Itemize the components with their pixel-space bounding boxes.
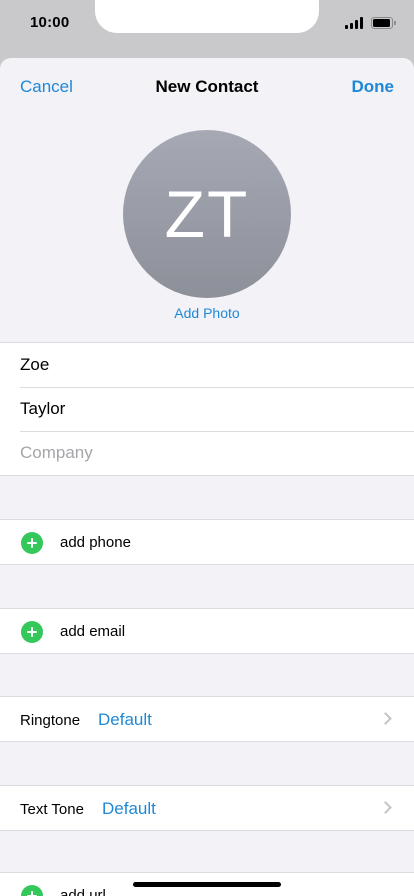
add-email-group: add email bbox=[0, 608, 414, 654]
chevron-right-icon bbox=[379, 712, 392, 725]
name-fields-group: Zoe Taylor bbox=[0, 342, 414, 476]
company-row bbox=[0, 431, 414, 475]
last-name-field[interactable]: Taylor bbox=[20, 399, 65, 419]
status-time: 10:00 bbox=[30, 14, 70, 31]
last-name-row: Taylor bbox=[0, 387, 414, 431]
add-circle-icon[interactable] bbox=[21, 885, 43, 896]
ringtone-group: Ringtone Default bbox=[0, 696, 414, 742]
signal-icon bbox=[345, 17, 363, 29]
chevron-right-icon bbox=[379, 801, 392, 814]
ringtone-value: Default bbox=[98, 710, 152, 729]
text-tone-value: Default bbox=[102, 799, 156, 818]
add-url-label: add url bbox=[60, 887, 106, 896]
avatar[interactable]: ZT bbox=[123, 130, 291, 298]
first-name-row: Zoe bbox=[0, 343, 414, 387]
ringtone-label: Ringtone bbox=[20, 712, 81, 729]
add-circle-icon[interactable] bbox=[21, 532, 43, 554]
cancel-button[interactable]: Cancel bbox=[20, 77, 73, 97]
status-bar: 10:00 bbox=[0, 0, 414, 48]
device-notch bbox=[95, 0, 319, 33]
add-email-row[interactable]: add email bbox=[0, 609, 414, 653]
text-tone-group: Text Tone Default bbox=[0, 785, 414, 831]
home-indicator[interactable] bbox=[133, 882, 281, 887]
add-phone-row[interactable]: add phone bbox=[0, 520, 414, 564]
battery-icon bbox=[371, 17, 396, 29]
screen: 10:00 Cancel New Contact Done ZT Add Pho… bbox=[0, 0, 414, 896]
add-email-label: add email bbox=[60, 623, 126, 640]
add-circle-icon[interactable] bbox=[21, 621, 43, 643]
avatar-initials: ZT bbox=[164, 177, 250, 251]
ringtone-row[interactable]: Ringtone Default bbox=[0, 697, 414, 741]
new-contact-sheet: Cancel New Contact Done ZT Add Photo Zoe… bbox=[0, 58, 414, 896]
first-name-field[interactable]: Zoe bbox=[20, 355, 49, 375]
navigation-bar: Cancel New Contact Done bbox=[0, 58, 414, 114]
text-tone-row[interactable]: Text Tone Default bbox=[0, 786, 414, 830]
text-tone-label: Text Tone bbox=[20, 801, 84, 818]
add-phone-label: add phone bbox=[60, 534, 131, 551]
add-photo-button[interactable]: Add Photo bbox=[174, 305, 239, 321]
add-photo-row: Add Photo bbox=[0, 305, 414, 321]
done-button[interactable]: Done bbox=[352, 77, 395, 97]
add-phone-group: add phone bbox=[0, 519, 414, 565]
company-field[interactable] bbox=[20, 439, 390, 467]
